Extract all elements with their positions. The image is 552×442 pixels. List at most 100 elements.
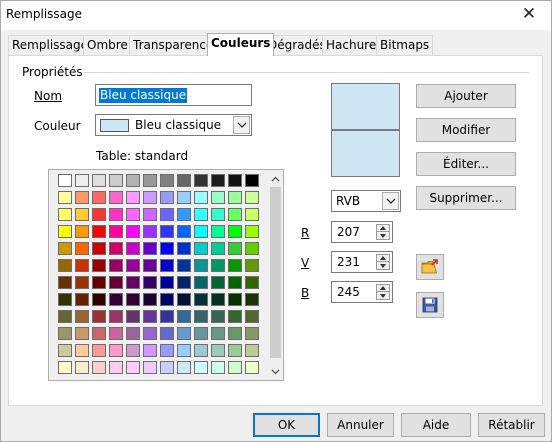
palette-color-cell[interactable] bbox=[58, 276, 72, 289]
palette-color-cell[interactable] bbox=[160, 242, 174, 255]
palette-color-cell[interactable] bbox=[245, 361, 259, 374]
palette-color-cell[interactable] bbox=[58, 225, 72, 238]
palette-color-cell[interactable] bbox=[75, 344, 89, 357]
palette-color-cell[interactable] bbox=[126, 208, 140, 221]
palette-color-cell[interactable] bbox=[92, 361, 106, 374]
palette-color-cell[interactable] bbox=[160, 327, 174, 340]
palette-color-cell[interactable] bbox=[228, 174, 242, 187]
palette-color-cell[interactable] bbox=[126, 174, 140, 187]
palette-color-cell[interactable] bbox=[160, 259, 174, 272]
palette-color-cell[interactable] bbox=[143, 174, 157, 187]
palette-color-cell[interactable] bbox=[58, 293, 72, 306]
palette-color-cell[interactable] bbox=[109, 310, 123, 323]
v-spin-buttons[interactable] bbox=[376, 254, 390, 270]
palette-color-cell[interactable] bbox=[160, 361, 174, 374]
palette-color-cell[interactable] bbox=[194, 242, 208, 255]
palette-color-cell[interactable] bbox=[194, 191, 208, 204]
palette-color-cell[interactable] bbox=[228, 225, 242, 238]
ok-button[interactable]: OK bbox=[253, 413, 320, 437]
palette-color-cell[interactable] bbox=[92, 191, 106, 204]
palette-color-cell[interactable] bbox=[58, 208, 72, 221]
palette-color-cell[interactable] bbox=[211, 225, 225, 238]
palette-color-cell[interactable] bbox=[126, 361, 140, 374]
palette-color-cell[interactable] bbox=[75, 225, 89, 238]
palette-color-cell[interactable] bbox=[143, 191, 157, 204]
palette-color-cell[interactable] bbox=[143, 310, 157, 323]
palette-color-cell[interactable] bbox=[143, 276, 157, 289]
reset-button[interactable]: Rétablir bbox=[478, 413, 545, 437]
palette-color-cell[interactable] bbox=[92, 242, 106, 255]
palette-color-cell[interactable] bbox=[177, 361, 191, 374]
palette-color-cell[interactable] bbox=[92, 225, 106, 238]
palette-color-cell[interactable] bbox=[228, 344, 242, 357]
palette-color-cell[interactable] bbox=[194, 361, 208, 374]
palette-color-cell[interactable] bbox=[75, 276, 89, 289]
v-spinner[interactable]: 231 bbox=[331, 251, 393, 273]
palette-color-cell[interactable] bbox=[109, 225, 123, 238]
palette-color-cell[interactable] bbox=[109, 191, 123, 204]
name-input[interactable]: Bleu classique bbox=[95, 84, 252, 106]
palette-color-cell[interactable] bbox=[211, 208, 225, 221]
palette-color-cell[interactable] bbox=[143, 242, 157, 255]
palette-color-cell[interactable] bbox=[245, 310, 259, 323]
spin-down-icon[interactable] bbox=[377, 232, 389, 239]
palette-color-cell[interactable] bbox=[211, 242, 225, 255]
palette-color-cell[interactable] bbox=[109, 208, 123, 221]
palette-color-cell[interactable] bbox=[109, 327, 123, 340]
palette-color-cell[interactable] bbox=[160, 276, 174, 289]
palette-color-cell[interactable] bbox=[194, 259, 208, 272]
scroll-down-icon[interactable] bbox=[268, 364, 283, 379]
palette-color-cell[interactable] bbox=[58, 310, 72, 323]
palette-color-cell[interactable] bbox=[143, 327, 157, 340]
palette-color-cell[interactable] bbox=[126, 191, 140, 204]
palette-color-cell[interactable] bbox=[109, 276, 123, 289]
spin-up-icon[interactable] bbox=[377, 255, 389, 262]
tab-remplissage[interactable]: Remplissage bbox=[8, 35, 93, 55]
palette-color-cell[interactable] bbox=[75, 310, 89, 323]
palette-color-cell[interactable] bbox=[228, 361, 242, 374]
palette-color-cell[interactable] bbox=[211, 327, 225, 340]
palette-color-cell[interactable] bbox=[75, 191, 89, 204]
palette-color-cell[interactable] bbox=[109, 361, 123, 374]
palette-color-cell[interactable] bbox=[211, 344, 225, 357]
modify-button[interactable]: Modifier bbox=[416, 118, 516, 142]
spin-up-icon[interactable] bbox=[377, 225, 389, 232]
palette-color-cell[interactable] bbox=[245, 276, 259, 289]
b-spinner[interactable]: 245 bbox=[331, 281, 393, 303]
palette-color-cell[interactable] bbox=[92, 310, 106, 323]
palette-color-cell[interactable] bbox=[228, 293, 242, 306]
palette-color-cell[interactable] bbox=[109, 174, 123, 187]
palette-color-cell[interactable] bbox=[58, 361, 72, 374]
scroll-up-icon[interactable] bbox=[268, 171, 283, 186]
palette-color-cell[interactable] bbox=[211, 276, 225, 289]
palette-color-cell[interactable] bbox=[194, 327, 208, 340]
palette-color-cell[interactable] bbox=[194, 276, 208, 289]
add-button[interactable]: Ajouter bbox=[416, 84, 516, 108]
palette-color-cell[interactable] bbox=[143, 344, 157, 357]
delete-button[interactable]: Supprimer... bbox=[416, 186, 516, 210]
palette-color-cell[interactable] bbox=[75, 242, 89, 255]
palette-color-cell[interactable] bbox=[109, 293, 123, 306]
palette-color-cell[interactable] bbox=[245, 344, 259, 357]
tab-transparence[interactable]: Transparence bbox=[129, 35, 218, 55]
color-model-select[interactable]: RVB bbox=[331, 190, 401, 212]
palette-color-cell[interactable] bbox=[58, 242, 72, 255]
palette-color-cell[interactable] bbox=[245, 242, 259, 255]
palette-color-cell[interactable] bbox=[143, 208, 157, 221]
palette-color-cell[interactable] bbox=[211, 191, 225, 204]
palette-color-cell[interactable] bbox=[177, 174, 191, 187]
palette-color-cell[interactable] bbox=[177, 327, 191, 340]
palette-color-cell[interactable] bbox=[177, 293, 191, 306]
palette-color-cell[interactable] bbox=[92, 293, 106, 306]
palette-color-cell[interactable] bbox=[177, 191, 191, 204]
palette-color-cell[interactable] bbox=[160, 293, 174, 306]
palette-color-cell[interactable] bbox=[126, 225, 140, 238]
palette-color-cell[interactable] bbox=[92, 259, 106, 272]
palette-color-cell[interactable] bbox=[160, 310, 174, 323]
palette-color-cell[interactable] bbox=[211, 310, 225, 323]
palette-color-cell[interactable] bbox=[160, 191, 174, 204]
palette-color-cell[interactable] bbox=[194, 208, 208, 221]
palette-color-cell[interactable] bbox=[211, 361, 225, 374]
palette-color-cell[interactable] bbox=[177, 344, 191, 357]
b-spin-buttons[interactable] bbox=[376, 284, 390, 300]
